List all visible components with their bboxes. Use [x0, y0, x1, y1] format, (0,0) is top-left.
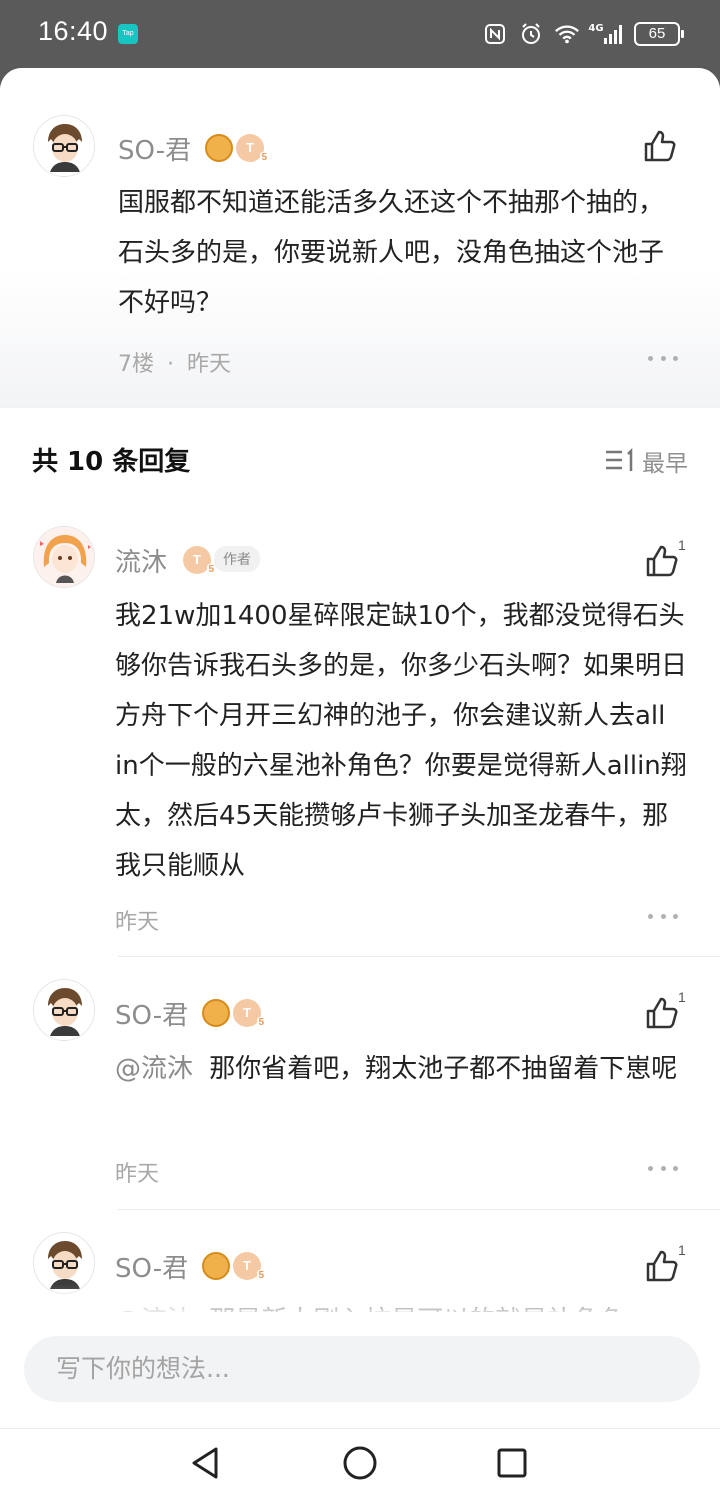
nfc-icon [482, 21, 508, 47]
replies-count-title: 共 10 条回复 [32, 447, 191, 477]
cellular-icon: 4G [588, 21, 624, 47]
game-badge-icon [202, 1252, 230, 1280]
username[interactable]: SO-君 [115, 995, 188, 1032]
reply-body: 那你省着吧，翔太池子都不抽留着下崽呢 [209, 1054, 678, 1084]
thumbs-up-icon[interactable] [644, 543, 680, 579]
meta-separator: · [167, 352, 174, 377]
divider [118, 956, 720, 957]
reply-text: 我21w加1400星碎限定缺10个，我都没觉得石头够你告诉我石头多的是，你多少石… [115, 601, 688, 881]
battery-indicator: 65 [634, 22, 684, 46]
main-comment: SO-君 T5 国服都不知道还能活多久还这个不抽那个抽的，石头多的是，你要说新人… [0, 68, 720, 408]
sort-icon [606, 448, 633, 471]
thumbs-up-icon[interactable] [644, 995, 680, 1031]
reply-text: @流沐 那你省着吧，翔太池子都不抽留着下崽呢 [115, 1044, 690, 1094]
alarm-icon [518, 21, 544, 47]
sort-toggle[interactable]: 最早 [604, 444, 688, 478]
thumbs-up-icon[interactable] [644, 1248, 680, 1284]
thumbs-up-icon[interactable] [642, 128, 678, 164]
comment-text: 国服都不知道还能活多久还这个不抽那个抽的，石头多的是，你要说新人吧，没角色抽这个… [118, 188, 665, 318]
username[interactable]: 流沐 [115, 542, 167, 579]
comment-composer: 写下你的想法... [0, 1312, 720, 1428]
network-type: 4G [588, 22, 604, 34]
like-count: 1 [678, 1242, 686, 1258]
avatar[interactable] [33, 526, 95, 588]
wifi-icon [554, 21, 580, 47]
divider [118, 1209, 720, 1210]
username[interactable]: SO-君 [115, 1248, 188, 1285]
status-bar: 16:40 Tap 4G 65 [0, 0, 720, 68]
game-badge-icon [205, 134, 233, 162]
avatar[interactable] [33, 115, 95, 177]
like-count: 1 [678, 537, 686, 553]
username[interactable]: SO-君 [118, 130, 191, 167]
floor-number: 7楼 [118, 352, 154, 377]
reply-time: 昨天 [115, 910, 160, 935]
reply-time: 昨天 [115, 1162, 160, 1187]
tap-app-icon: Tap [118, 24, 138, 44]
mention-link[interactable]: @流沐 [115, 1054, 193, 1084]
sort-label: 最早 [642, 451, 688, 477]
avatar[interactable] [33, 1232, 95, 1294]
like-count: 1 [678, 989, 686, 1005]
home-icon[interactable] [340, 1443, 380, 1483]
comment-input[interactable]: 写下你的想法... [24, 1336, 700, 1402]
more-options-icon[interactable] [648, 1166, 678, 1174]
more-options-icon[interactable] [648, 356, 678, 364]
status-icons: 4G 65 [482, 18, 684, 50]
author-tag: 作者 [214, 546, 260, 572]
comment-time: 昨天 [187, 352, 232, 377]
level-badge-icon: T5 [233, 1252, 265, 1282]
avatar[interactable] [33, 979, 95, 1041]
level-badge-icon: T5 [183, 546, 215, 576]
level-badge-icon: T5 [236, 134, 268, 164]
level-badge-icon: T5 [233, 999, 265, 1029]
comment-meta: 7楼 · 昨天 [118, 346, 231, 378]
game-badge-icon [202, 999, 230, 1027]
back-icon[interactable] [186, 1443, 226, 1483]
status-time: 16:40 [38, 16, 109, 46]
system-nav-bar [0, 1428, 720, 1496]
recents-icon[interactable] [492, 1443, 532, 1483]
more-options-icon[interactable] [648, 914, 678, 922]
comment-sheet: SO-君 T5 国服都不知道还能活多久还这个不抽那个抽的，石头多的是，你要说新人… [0, 68, 720, 1496]
